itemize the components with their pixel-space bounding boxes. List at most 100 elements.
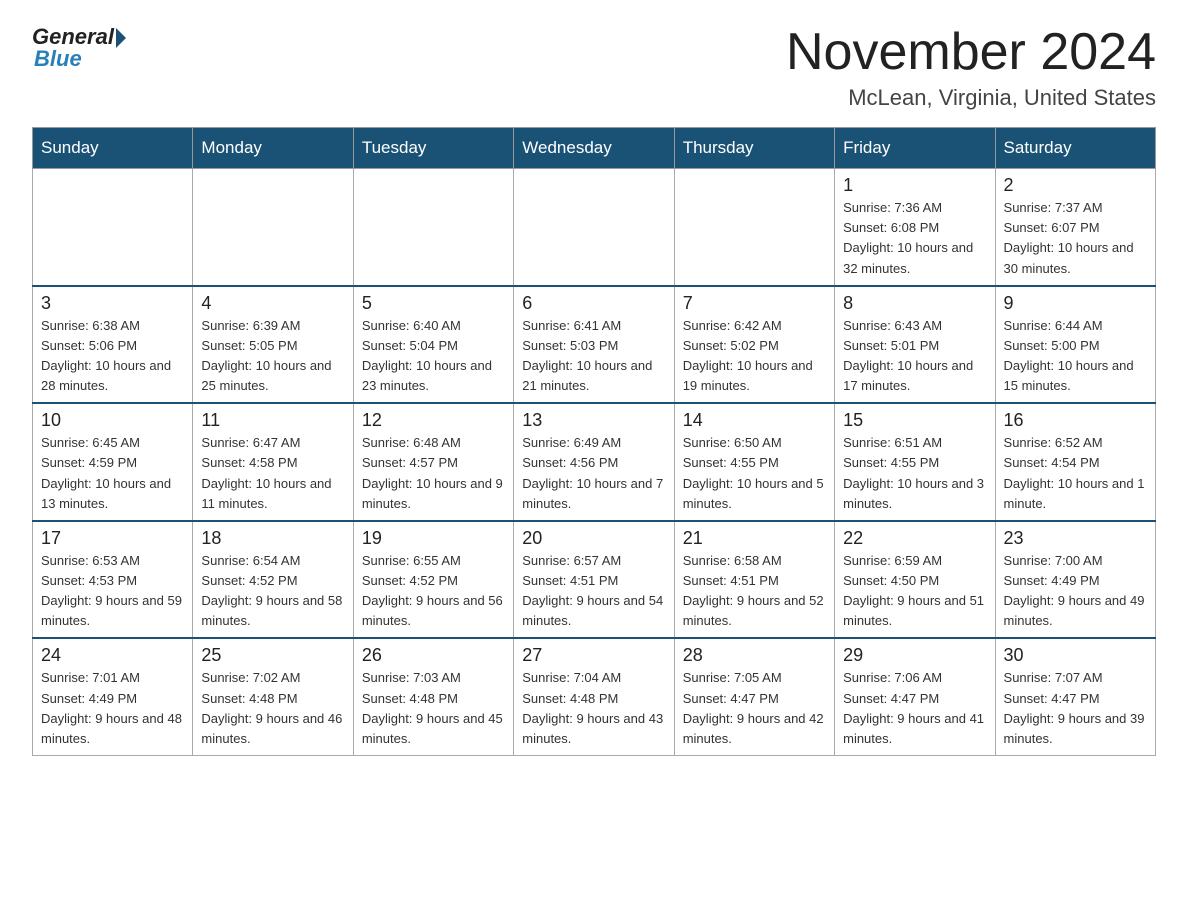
calendar-week-row: 3Sunrise: 6:38 AM Sunset: 5:06 PM Daylig… (33, 286, 1156, 404)
weekday-header: Monday (193, 128, 353, 169)
calendar-cell: 11Sunrise: 6:47 AM Sunset: 4:58 PM Dayli… (193, 403, 353, 521)
day-number: 28 (683, 645, 826, 666)
calendar-week-row: 17Sunrise: 6:53 AM Sunset: 4:53 PM Dayli… (33, 521, 1156, 639)
calendar-cell: 9Sunrise: 6:44 AM Sunset: 5:00 PM Daylig… (995, 286, 1155, 404)
calendar-header-row: SundayMondayTuesdayWednesdayThursdayFrid… (33, 128, 1156, 169)
day-info: Sunrise: 6:59 AM Sunset: 4:50 PM Dayligh… (843, 551, 986, 632)
day-info: Sunrise: 7:37 AM Sunset: 6:07 PM Dayligh… (1004, 198, 1147, 279)
location-subtitle: McLean, Virginia, United States (786, 85, 1156, 111)
calendar-cell: 13Sunrise: 6:49 AM Sunset: 4:56 PM Dayli… (514, 403, 674, 521)
day-number: 20 (522, 528, 665, 549)
day-info: Sunrise: 6:44 AM Sunset: 5:00 PM Dayligh… (1004, 316, 1147, 397)
calendar-cell: 17Sunrise: 6:53 AM Sunset: 4:53 PM Dayli… (33, 521, 193, 639)
calendar-cell: 4Sunrise: 6:39 AM Sunset: 5:05 PM Daylig… (193, 286, 353, 404)
day-info: Sunrise: 6:43 AM Sunset: 5:01 PM Dayligh… (843, 316, 986, 397)
day-info: Sunrise: 7:04 AM Sunset: 4:48 PM Dayligh… (522, 668, 665, 749)
calendar-cell (33, 169, 193, 286)
day-info: Sunrise: 6:53 AM Sunset: 4:53 PM Dayligh… (41, 551, 184, 632)
calendar-cell: 30Sunrise: 7:07 AM Sunset: 4:47 PM Dayli… (995, 638, 1155, 755)
calendar-cell: 20Sunrise: 6:57 AM Sunset: 4:51 PM Dayli… (514, 521, 674, 639)
day-info: Sunrise: 6:50 AM Sunset: 4:55 PM Dayligh… (683, 433, 826, 514)
calendar-cell: 8Sunrise: 6:43 AM Sunset: 5:01 PM Daylig… (835, 286, 995, 404)
day-number: 1 (843, 175, 986, 196)
day-number: 13 (522, 410, 665, 431)
day-info: Sunrise: 6:58 AM Sunset: 4:51 PM Dayligh… (683, 551, 826, 632)
day-info: Sunrise: 7:05 AM Sunset: 4:47 PM Dayligh… (683, 668, 826, 749)
calendar-cell: 29Sunrise: 7:06 AM Sunset: 4:47 PM Dayli… (835, 638, 995, 755)
day-number: 8 (843, 293, 986, 314)
calendar-cell: 12Sunrise: 6:48 AM Sunset: 4:57 PM Dayli… (353, 403, 513, 521)
day-info: Sunrise: 6:42 AM Sunset: 5:02 PM Dayligh… (683, 316, 826, 397)
day-number: 26 (362, 645, 505, 666)
calendar-cell: 26Sunrise: 7:03 AM Sunset: 4:48 PM Dayli… (353, 638, 513, 755)
weekday-header: Sunday (33, 128, 193, 169)
weekday-header: Thursday (674, 128, 834, 169)
day-info: Sunrise: 7:36 AM Sunset: 6:08 PM Dayligh… (843, 198, 986, 279)
calendar-table: SundayMondayTuesdayWednesdayThursdayFrid… (32, 127, 1156, 756)
logo-arrow-icon (116, 28, 126, 48)
day-number: 22 (843, 528, 986, 549)
day-number: 11 (201, 410, 344, 431)
day-number: 5 (362, 293, 505, 314)
day-info: Sunrise: 7:03 AM Sunset: 4:48 PM Dayligh… (362, 668, 505, 749)
calendar-cell: 14Sunrise: 6:50 AM Sunset: 4:55 PM Dayli… (674, 403, 834, 521)
day-info: Sunrise: 6:57 AM Sunset: 4:51 PM Dayligh… (522, 551, 665, 632)
day-info: Sunrise: 6:40 AM Sunset: 5:04 PM Dayligh… (362, 316, 505, 397)
day-number: 16 (1004, 410, 1147, 431)
day-number: 6 (522, 293, 665, 314)
calendar-cell: 24Sunrise: 7:01 AM Sunset: 4:49 PM Dayli… (33, 638, 193, 755)
calendar-cell: 7Sunrise: 6:42 AM Sunset: 5:02 PM Daylig… (674, 286, 834, 404)
day-number: 24 (41, 645, 184, 666)
calendar-cell: 10Sunrise: 6:45 AM Sunset: 4:59 PM Dayli… (33, 403, 193, 521)
day-number: 18 (201, 528, 344, 549)
calendar-cell: 15Sunrise: 6:51 AM Sunset: 4:55 PM Dayli… (835, 403, 995, 521)
day-info: Sunrise: 6:55 AM Sunset: 4:52 PM Dayligh… (362, 551, 505, 632)
calendar-cell: 23Sunrise: 7:00 AM Sunset: 4:49 PM Dayli… (995, 521, 1155, 639)
calendar-cell: 25Sunrise: 7:02 AM Sunset: 4:48 PM Dayli… (193, 638, 353, 755)
weekday-header: Saturday (995, 128, 1155, 169)
day-number: 2 (1004, 175, 1147, 196)
day-info: Sunrise: 6:48 AM Sunset: 4:57 PM Dayligh… (362, 433, 505, 514)
calendar-cell (193, 169, 353, 286)
calendar-cell: 27Sunrise: 7:04 AM Sunset: 4:48 PM Dayli… (514, 638, 674, 755)
day-info: Sunrise: 7:02 AM Sunset: 4:48 PM Dayligh… (201, 668, 344, 749)
day-info: Sunrise: 6:49 AM Sunset: 4:56 PM Dayligh… (522, 433, 665, 514)
day-info: Sunrise: 7:06 AM Sunset: 4:47 PM Dayligh… (843, 668, 986, 749)
day-info: Sunrise: 6:47 AM Sunset: 4:58 PM Dayligh… (201, 433, 344, 514)
day-info: Sunrise: 6:41 AM Sunset: 5:03 PM Dayligh… (522, 316, 665, 397)
calendar-cell: 16Sunrise: 6:52 AM Sunset: 4:54 PM Dayli… (995, 403, 1155, 521)
day-info: Sunrise: 6:51 AM Sunset: 4:55 PM Dayligh… (843, 433, 986, 514)
day-number: 4 (201, 293, 344, 314)
day-number: 14 (683, 410, 826, 431)
calendar-cell: 5Sunrise: 6:40 AM Sunset: 5:04 PM Daylig… (353, 286, 513, 404)
day-info: Sunrise: 6:45 AM Sunset: 4:59 PM Dayligh… (41, 433, 184, 514)
day-number: 17 (41, 528, 184, 549)
calendar-cell: 3Sunrise: 6:38 AM Sunset: 5:06 PM Daylig… (33, 286, 193, 404)
day-number: 25 (201, 645, 344, 666)
day-number: 7 (683, 293, 826, 314)
day-number: 15 (843, 410, 986, 431)
calendar-cell: 6Sunrise: 6:41 AM Sunset: 5:03 PM Daylig… (514, 286, 674, 404)
weekday-header: Friday (835, 128, 995, 169)
calendar-cell: 22Sunrise: 6:59 AM Sunset: 4:50 PM Dayli… (835, 521, 995, 639)
day-info: Sunrise: 7:00 AM Sunset: 4:49 PM Dayligh… (1004, 551, 1147, 632)
day-info: Sunrise: 7:01 AM Sunset: 4:49 PM Dayligh… (41, 668, 184, 749)
month-title: November 2024 (786, 24, 1156, 81)
day-number: 21 (683, 528, 826, 549)
calendar-cell: 28Sunrise: 7:05 AM Sunset: 4:47 PM Dayli… (674, 638, 834, 755)
calendar-cell: 19Sunrise: 6:55 AM Sunset: 4:52 PM Dayli… (353, 521, 513, 639)
calendar-cell (674, 169, 834, 286)
calendar-week-row: 1Sunrise: 7:36 AM Sunset: 6:08 PM Daylig… (33, 169, 1156, 286)
day-number: 10 (41, 410, 184, 431)
calendar-cell: 18Sunrise: 6:54 AM Sunset: 4:52 PM Dayli… (193, 521, 353, 639)
day-info: Sunrise: 6:39 AM Sunset: 5:05 PM Dayligh… (201, 316, 344, 397)
day-info: Sunrise: 6:52 AM Sunset: 4:54 PM Dayligh… (1004, 433, 1147, 514)
day-number: 3 (41, 293, 184, 314)
calendar-week-row: 24Sunrise: 7:01 AM Sunset: 4:49 PM Dayli… (33, 638, 1156, 755)
weekday-header: Tuesday (353, 128, 513, 169)
logo: General Blue (32, 24, 126, 72)
page-header: General Blue November 2024 McLean, Virgi… (32, 24, 1156, 111)
calendar-cell: 2Sunrise: 7:37 AM Sunset: 6:07 PM Daylig… (995, 169, 1155, 286)
calendar-cell: 1Sunrise: 7:36 AM Sunset: 6:08 PM Daylig… (835, 169, 995, 286)
day-info: Sunrise: 6:54 AM Sunset: 4:52 PM Dayligh… (201, 551, 344, 632)
